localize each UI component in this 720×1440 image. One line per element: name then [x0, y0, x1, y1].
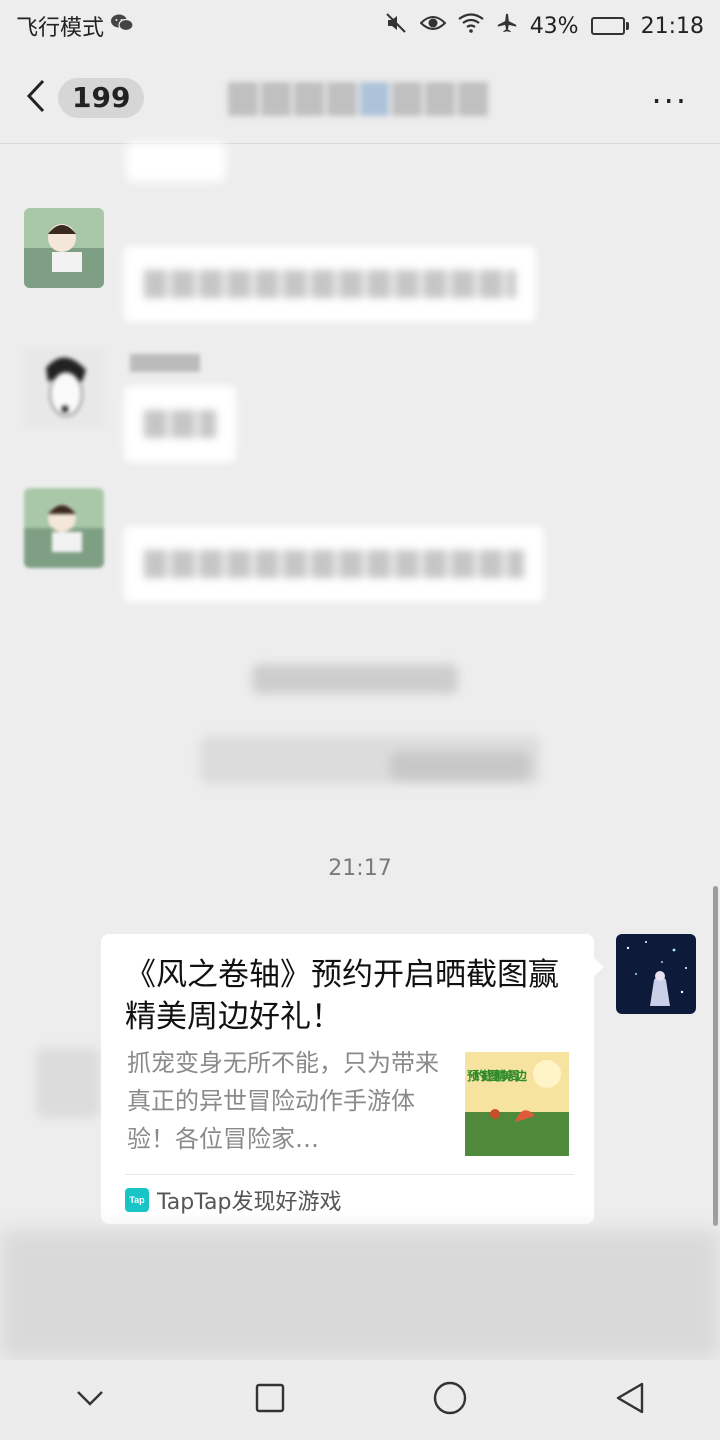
scrollbar[interactable] — [713, 886, 718, 1226]
message-bubble-redacted[interactable] — [124, 386, 236, 462]
card-thumbnail: 预约截图 精美周边 — [465, 1052, 569, 1156]
card-divider — [125, 1174, 574, 1175]
nav-recent-button[interactable] — [240, 1370, 300, 1430]
message-bubble-redacted[interactable] — [124, 246, 536, 322]
nav-hide-button[interactable] — [60, 1370, 120, 1430]
my-avatar[interactable] — [616, 934, 696, 1014]
card-source: Tap TapTap发现好游戏 — [125, 1184, 342, 1216]
avatar[interactable] — [24, 348, 104, 428]
message-row — [24, 348, 704, 468]
card-source-label: TapTap发现好游戏 — [157, 1190, 342, 1215]
sender-name — [130, 354, 200, 372]
chat-header: 199 ··· — [0, 52, 720, 144]
status-left: 飞行模式 — [16, 10, 134, 42]
card-description: 抓宠变身无所不能，只为带来真正的异世冒险动作手游体验！各位冒险家… — [127, 1049, 439, 1153]
status-bar: 飞行模式 43% 21:18 — [0, 0, 720, 52]
message-timestamp: 21:17 — [328, 856, 392, 881]
system-nav-bar — [0, 1360, 720, 1440]
circle-icon — [433, 1381, 467, 1419]
thumbnail-text: 预约截图 精美周边 — [467, 1068, 528, 1083]
eye-comfort-icon — [419, 13, 447, 39]
redacted-smear — [36, 1048, 100, 1118]
redacted-message-top — [126, 142, 226, 182]
chevron-down-icon — [75, 1389, 105, 1411]
clock: 21:18 — [640, 13, 704, 39]
wechat-icon — [110, 13, 134, 39]
battery-icon — [590, 17, 629, 35]
message-row — [24, 208, 704, 328]
redacted-notice — [390, 752, 530, 780]
chat-title-redacted — [228, 82, 488, 116]
shared-link-card[interactable]: 《风之卷轴》预约开启晒截图赢精美周边好礼！ 抓宠变身无所不能，只为带来真正的异世… — [101, 934, 604, 1224]
unread-count-badge: 199 — [58, 77, 145, 118]
mute-icon — [384, 11, 408, 41]
redacted-notice — [252, 664, 458, 694]
taptap-logo-icon: Tap — [125, 1188, 149, 1212]
airplane-icon — [496, 12, 518, 40]
back-button[interactable]: 199 — [26, 77, 145, 118]
nav-back-button[interactable] — [600, 1370, 660, 1430]
airplane-mode-label: 飞行模式 — [16, 16, 105, 41]
message-bubble-redacted[interactable] — [124, 526, 544, 602]
message-row — [24, 488, 704, 608]
status-right: 43% 21:18 — [384, 11, 704, 41]
triangle-back-icon — [615, 1381, 645, 1419]
avatar[interactable] — [24, 488, 104, 568]
chevron-left-icon — [26, 79, 46, 117]
redacted-input-area — [0, 1230, 720, 1360]
battery-percent: 43% — [529, 13, 579, 39]
card-title: 《风之卷轴》预约开启晒截图赢精美周边好礼！ — [125, 957, 559, 1035]
square-icon — [255, 1383, 285, 1417]
more-options-button[interactable]: ··· — [651, 82, 688, 120]
avatar[interactable] — [24, 208, 104, 288]
wifi-icon — [458, 13, 484, 39]
nav-home-button[interactable] — [420, 1370, 480, 1430]
